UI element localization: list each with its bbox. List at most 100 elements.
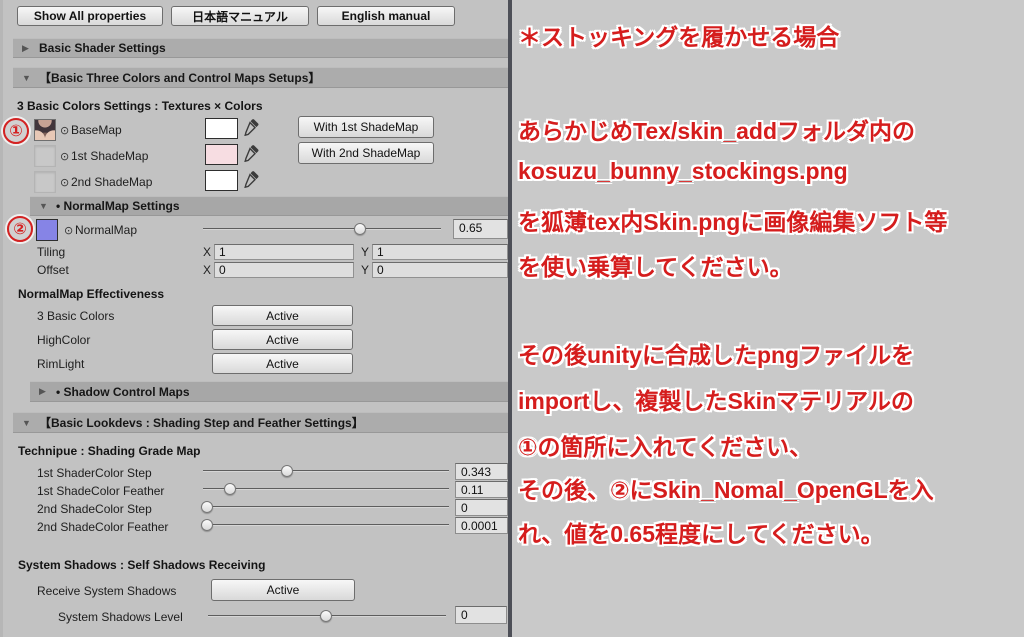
- note-line: を使い乗算してください。: [518, 254, 793, 280]
- with-2nd-shademap-button[interactable]: With 2nd ShadeMap: [298, 142, 434, 164]
- foldout-expanded-icon[interactable]: ▼: [22, 418, 33, 428]
- slider-handle[interactable]: [200, 519, 213, 531]
- header-basic-shader-settings[interactable]: ▶ Basic Shader Settings: [13, 38, 508, 58]
- 2nd-shademap-label: 2nd ShadeMap: [71, 175, 153, 189]
- header-three-colors-setups[interactable]: ▼ 【Basic Three Colors and Control Maps S…: [13, 67, 508, 88]
- eyedropper-icon[interactable]: [244, 170, 260, 188]
- header-normalmap-settings[interactable]: ▼ • NormalMap Settings: [30, 196, 508, 216]
- system-shadows-level-label: System Shadows Level: [58, 610, 183, 624]
- annotation-panel: ＊ストッキングを履かせる場合 あらかじめTex/skin_addフォルダ内の k…: [512, 0, 1024, 637]
- note-line: を狐薄tex内Skin.pngに画像編集ソフト等: [518, 209, 948, 235]
- axis-x-label: X: [203, 245, 212, 259]
- 2nd-shademap-color-swatch[interactable]: [205, 170, 238, 191]
- tiling-x-field[interactable]: 1: [214, 244, 354, 260]
- header-label: Basic Shader Settings: [39, 41, 166, 55]
- 1st-shadercolor-step-value[interactable]: 0.343: [455, 463, 508, 480]
- slider-track: [203, 488, 449, 490]
- object-picker-icon[interactable]: ⊙: [64, 224, 73, 237]
- note-line: kosuzu_bunny_stockings.png: [518, 158, 848, 184]
- normalmap-label: NormalMap: [75, 223, 138, 237]
- 2nd-shadecolor-step-value[interactable]: 0: [455, 499, 508, 516]
- note-line: れ、値を0.65程度にしてください。: [518, 521, 884, 547]
- header-label: 【Basic Three Colors and Control Maps Set…: [39, 71, 321, 85]
- 1st-shadercolor-step-label: 1st ShaderColor Step: [37, 466, 152, 480]
- basemap-label: BaseMap: [71, 123, 122, 137]
- 2nd-shadecolor-feather-label: 2nd ShadeColor Feather: [37, 520, 169, 534]
- header-label: • NormalMap Settings: [56, 199, 180, 213]
- note-line: ①の箇所に入れてください、: [518, 434, 813, 460]
- 1st-shademap-label: 1st ShadeMap: [71, 149, 149, 163]
- offset-label: Offset: [37, 263, 69, 277]
- note-line: importし、複製したSkinマテリアルの: [518, 388, 914, 414]
- slider-handle[interactable]: [354, 223, 367, 235]
- slider-handle[interactable]: [281, 465, 294, 477]
- three-colors-sub-label: 3 Basic Colors Settings : Textures × Col…: [17, 99, 263, 113]
- normalmap-value-field[interactable]: 0.65: [453, 219, 508, 239]
- 2nd-shadecolor-feather-value[interactable]: 0.0001: [455, 517, 508, 534]
- note-line: ＊ストッキングを履かせる場合: [518, 24, 840, 50]
- offset-x-field[interactable]: 0: [214, 262, 354, 278]
- receive-system-shadows-active-button[interactable]: Active: [211, 579, 355, 601]
- basemap-texture-thumbnail[interactable]: [34, 119, 56, 141]
- note-line: あらかじめTex/skin_addフォルダ内の: [518, 118, 916, 144]
- callout-number-1: ①: [3, 118, 29, 144]
- object-picker-icon[interactable]: ⊙: [60, 176, 69, 189]
- effect-rimlight-label: RimLight: [37, 357, 85, 371]
- effect-highcolor-label: HighColor: [37, 333, 91, 347]
- tiling-label: Tiling: [37, 245, 66, 259]
- 2nd-shadecolor-feather-slider[interactable]: [200, 519, 449, 532]
- system-shadows-level-value[interactable]: 0: [455, 606, 507, 624]
- 1st-shadecolor-feather-label: 1st ShadeColor Feather: [37, 484, 165, 498]
- slider-handle[interactable]: [224, 483, 237, 495]
- note-line: その後unityに合成したpngファイルを: [518, 342, 915, 368]
- note-line: その後、②にSkin_Nomal_OpenGLを入: [518, 477, 934, 503]
- receive-system-shadows-label: Receive System Shadows: [37, 584, 177, 598]
- screenshot-root: Show All properties 日本語マニュアル English man…: [0, 0, 1024, 637]
- with-1st-shademap-button[interactable]: With 1st ShadeMap: [298, 116, 434, 138]
- 1st-shadecolor-feather-slider[interactable]: [203, 483, 449, 496]
- axis-x-label: X: [203, 263, 212, 277]
- effect-3basic-active-button[interactable]: Active: [212, 305, 353, 326]
- effect-rimlight-active-button[interactable]: Active: [212, 353, 353, 374]
- 2nd-shademap-texture-slot[interactable]: [34, 171, 56, 193]
- tiling-y-field[interactable]: 1: [372, 244, 508, 260]
- effect-highcolor-active-button[interactable]: Active: [212, 329, 353, 350]
- 1st-shadercolor-step-slider[interactable]: [203, 465, 449, 478]
- 1st-shademap-color-swatch[interactable]: [205, 144, 238, 165]
- 2nd-shadecolor-step-slider[interactable]: [200, 501, 449, 514]
- eyedropper-icon[interactable]: [244, 118, 260, 136]
- foldout-collapsed-icon[interactable]: ▶: [39, 386, 50, 397]
- axis-y-label: Y: [361, 245, 370, 259]
- header-label: 【Basic Lookdevs : Shading Step and Feath…: [39, 416, 364, 430]
- callout-number-2: ②: [7, 216, 33, 242]
- foldout-expanded-icon[interactable]: ▼: [39, 201, 50, 211]
- system-shadows-level-slider[interactable]: [208, 610, 446, 623]
- normalmap-effectiveness-label: NormalMap Effectiveness: [18, 287, 165, 301]
- header-basic-lookdevs[interactable]: ▼ 【Basic Lookdevs : Shading Step and Fea…: [13, 412, 508, 433]
- technique-label: Technipue : Shading Grade Map: [18, 444, 201, 458]
- english-manual-button[interactable]: English manual: [317, 6, 455, 26]
- 1st-shadecolor-feather-value[interactable]: 0.11: [455, 481, 508, 498]
- normalmap-color-swatch[interactable]: [36, 219, 58, 241]
- basemap-color-swatch[interactable]: [205, 118, 238, 139]
- 1st-shademap-texture-slot[interactable]: [34, 145, 56, 167]
- object-picker-icon[interactable]: ⊙: [60, 124, 69, 137]
- foldout-expanded-icon[interactable]: ▼: [22, 73, 33, 83]
- slider-handle[interactable]: [319, 610, 332, 622]
- slider-handle[interactable]: [200, 501, 213, 513]
- 2nd-shadecolor-step-label: 2nd ShadeColor Step: [37, 502, 152, 516]
- system-shadows-heading: System Shadows : Self Shadows Receiving: [18, 558, 266, 572]
- eyedropper-icon[interactable]: [244, 144, 260, 162]
- slider-track: [203, 470, 449, 472]
- header-shadow-control-maps[interactable]: ▶ • Shadow Control Maps: [30, 381, 508, 402]
- offset-y-field[interactable]: 0: [372, 262, 508, 278]
- normalmap-slider[interactable]: [203, 223, 441, 236]
- show-all-properties-button[interactable]: Show All properties: [17, 6, 163, 26]
- effect-3basic-label: 3 Basic Colors: [37, 309, 115, 323]
- header-label: • Shadow Control Maps: [56, 384, 190, 399]
- object-picker-icon[interactable]: ⊙: [60, 150, 69, 163]
- japanese-manual-button[interactable]: 日本語マニュアル: [171, 6, 309, 26]
- slider-track: [203, 228, 441, 230]
- axis-y-label: Y: [361, 263, 370, 277]
- foldout-collapsed-icon[interactable]: ▶: [22, 43, 33, 54]
